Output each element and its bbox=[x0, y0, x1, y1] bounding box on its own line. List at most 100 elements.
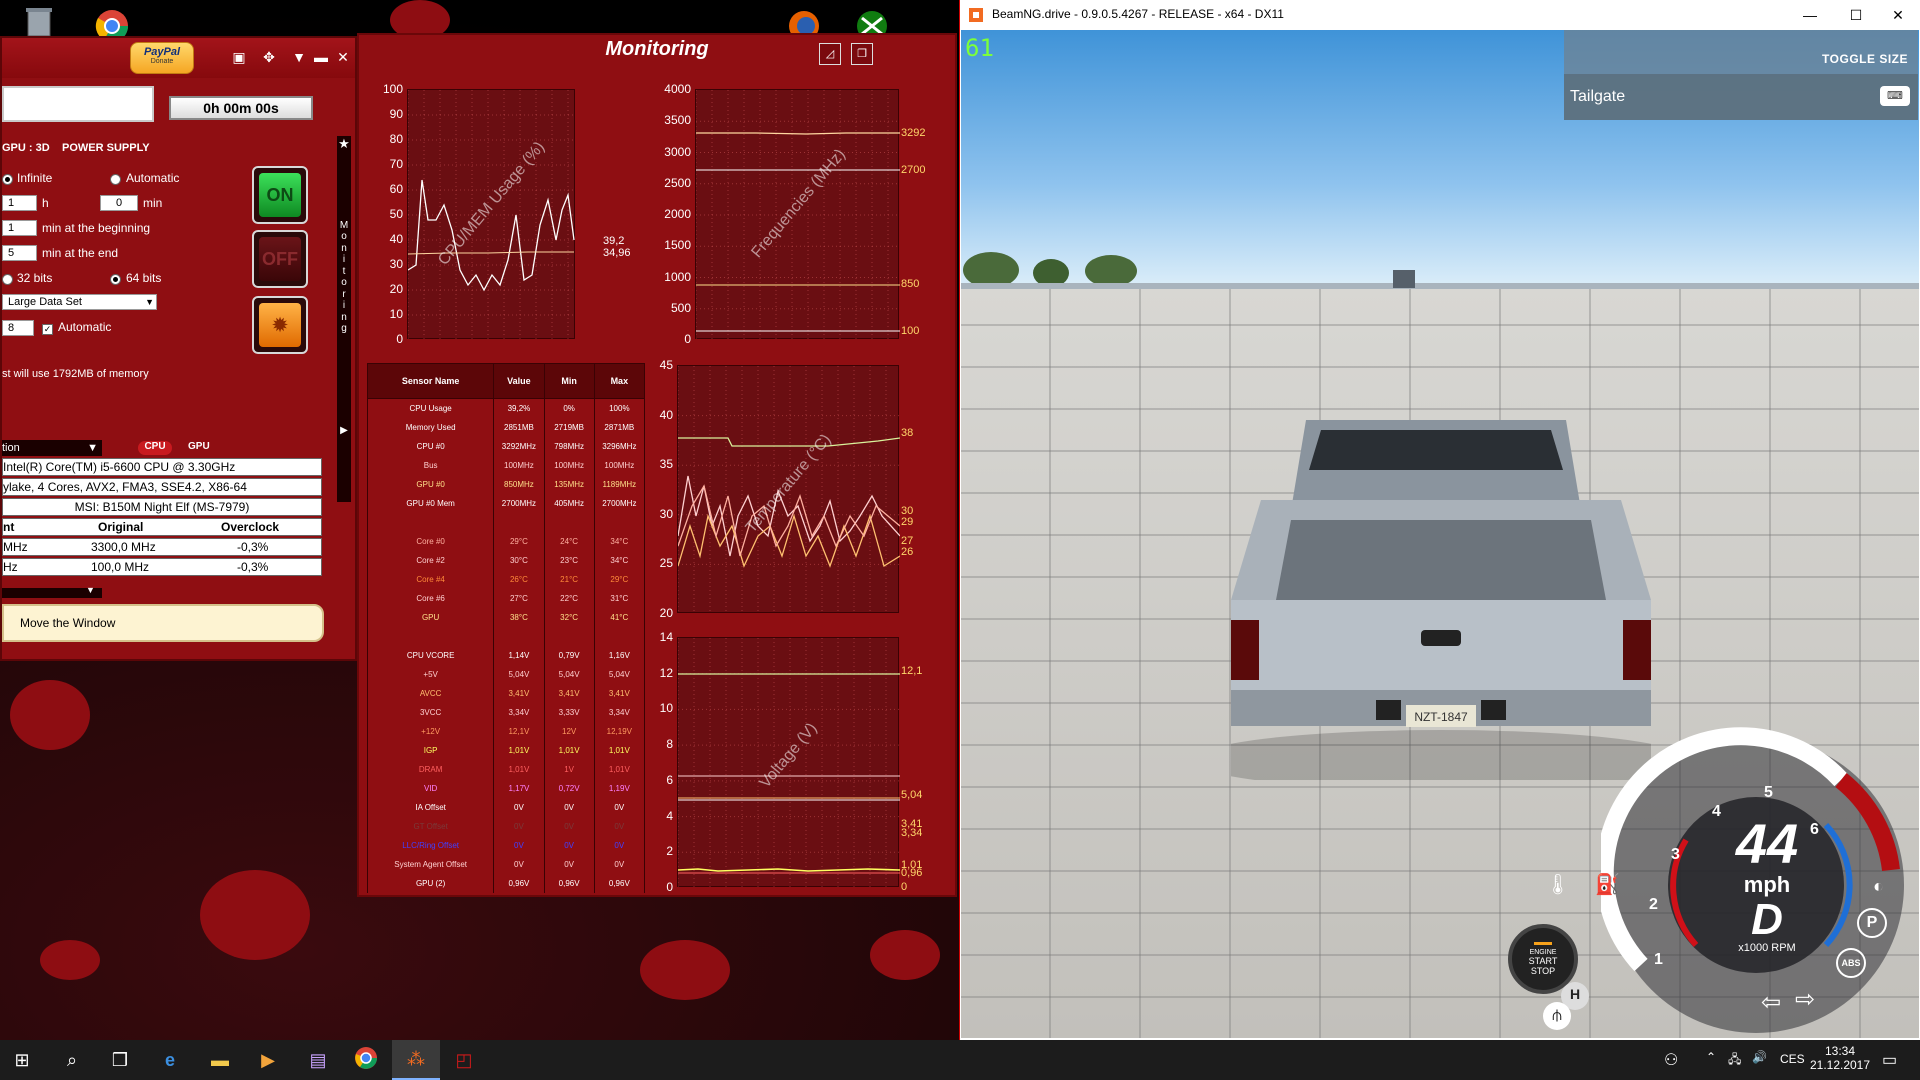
axis-tick-label: 0 bbox=[684, 332, 691, 346]
sensor-value: 0V bbox=[493, 817, 545, 836]
windows-start-icon[interactable]: ⊞ bbox=[8, 1046, 36, 1074]
gear-icon: ✹ bbox=[259, 303, 301, 347]
sensor-value: 27°C bbox=[493, 589, 545, 608]
info-tab-cpu[interactable]: CPU bbox=[138, 441, 172, 455]
bits32-label: 32 bits bbox=[17, 271, 53, 285]
chrome-taskbar-icon[interactable] bbox=[352, 1046, 380, 1074]
sensor-max: 34°C bbox=[593, 532, 646, 551]
sensor-name: Core #4 bbox=[366, 570, 495, 589]
info-tab-gpu[interactable]: GPU bbox=[188, 441, 210, 452]
axis-tick-label: 20 bbox=[659, 606, 673, 620]
close-icon[interactable]: ✕ bbox=[334, 48, 352, 66]
file-explorer-icon[interactable]: ▬ bbox=[206, 1046, 234, 1074]
threads-input[interactable]: 8 bbox=[2, 320, 34, 336]
toggle-size-button[interactable]: TOGGLE SIZE bbox=[1822, 52, 1908, 66]
monitoring-vertical-tab[interactable]: ★ Monitoring ▶ bbox=[337, 136, 351, 502]
sensor-value bbox=[493, 627, 545, 646]
blood-splat bbox=[870, 930, 940, 980]
window-mode-icon[interactable]: ❐ bbox=[851, 43, 873, 65]
occt-taskbar-icon[interactable]: ◰ bbox=[450, 1046, 478, 1074]
edge-icon[interactable]: e bbox=[156, 1046, 184, 1074]
media-player-icon[interactable]: ▶ bbox=[254, 1046, 282, 1074]
sensor-name: Memory Used bbox=[366, 418, 495, 437]
radio-automatic[interactable] bbox=[110, 174, 121, 185]
col-sensor-name: Sensor Name bbox=[366, 363, 495, 399]
language-indicator[interactable]: CES bbox=[1780, 1052, 1805, 1066]
info-section-header[interactable]: tion ▼ bbox=[2, 440, 102, 456]
minimize-button[interactable]: ― bbox=[1787, 2, 1833, 28]
sensor-name: GPU (2) bbox=[366, 874, 495, 893]
off-button[interactable]: OFF bbox=[252, 230, 308, 288]
move-icon[interactable]: ✥ bbox=[260, 48, 278, 66]
network-icon[interactable]: 🖧 bbox=[1728, 1050, 1741, 1071]
move-window-button[interactable]: Move the Window bbox=[2, 604, 324, 642]
beamng-titlebar[interactable]: BeamNG.drive - 0.9.0.5.4267 - RELEASE - … bbox=[960, 0, 1920, 30]
tab-gpu-3d[interactable]: GPU : 3D bbox=[2, 142, 50, 154]
task-view-icon[interactable]: ❒ bbox=[106, 1046, 134, 1074]
sensor-row: VID 1,17V 0,72V 1,19V bbox=[366, 779, 646, 798]
settings-button[interactable]: ✹ bbox=[252, 296, 308, 354]
axis-tick-label: 45 bbox=[659, 358, 673, 372]
sensor-row: Core #2 30°C 23°C 34°C bbox=[366, 551, 646, 570]
volume-icon[interactable]: 🔊 bbox=[1752, 1050, 1767, 1064]
rpm-tick-label: 4 bbox=[1712, 803, 1721, 820]
sensor-min: 0V bbox=[543, 836, 595, 855]
sensor-row: GT Offset 0V 0V 0V bbox=[366, 817, 646, 836]
axis-tick-label: 2000 bbox=[664, 207, 691, 221]
hours-input[interactable]: 1 bbox=[2, 195, 37, 211]
notification-icon[interactable]: ▭ bbox=[1882, 1050, 1897, 1070]
dropdown-icon[interactable]: ▼ bbox=[290, 48, 308, 66]
sensor-max: 41°C bbox=[593, 608, 646, 627]
search-icon[interactable]: ⌕ bbox=[58, 1046, 86, 1074]
axis-tick-label: 8 bbox=[666, 737, 673, 752]
axis-tick-label: 1500 bbox=[664, 238, 691, 253]
people-icon[interactable]: ⚇ bbox=[1664, 1050, 1678, 1070]
tab-power-supply[interactable]: POWER SUPPLY bbox=[62, 142, 150, 154]
sensor-row: LLC/Ring Offset 0V 0V 0V bbox=[366, 836, 646, 855]
sensor-name: IGP bbox=[366, 741, 495, 760]
dataset-select[interactable]: Large Data Set ▼ bbox=[2, 294, 157, 310]
minutes-input[interactable]: 0 bbox=[100, 195, 138, 211]
axis-tick-label: 90 bbox=[389, 107, 403, 121]
parking-brake-icon: P bbox=[1857, 908, 1887, 938]
on-button[interactable]: ON bbox=[252, 166, 308, 224]
chrome-desktop-icon[interactable] bbox=[92, 4, 136, 43]
paypal-donate-button[interactable]: PayPal Donate bbox=[130, 42, 194, 74]
game-viewport[interactable]: NZT-1847 61 TOGGLE SIZE Tailgate ⌨ 44 mp… bbox=[961, 30, 1919, 1038]
chart-view-icon[interactable]: ◿ bbox=[819, 43, 841, 65]
sensor-max: 0V bbox=[593, 836, 646, 855]
camera-icon[interactable]: ▣ bbox=[230, 48, 248, 66]
occt-titlebar[interactable]: PayPal Donate ▣ ✥ ▼ ▬ ✕ bbox=[2, 38, 355, 78]
test-type-box[interactable] bbox=[2, 86, 154, 122]
tray-expand-icon[interactable]: ⌃ bbox=[1706, 1050, 1716, 1064]
shifter-icon[interactable]: ⫛ bbox=[1543, 1002, 1571, 1030]
sensor-value bbox=[493, 513, 545, 532]
recycle-bin-icon[interactable] bbox=[20, 4, 64, 38]
temp-readout: 26 bbox=[901, 546, 914, 558]
chevron-down-icon: ▼ bbox=[86, 585, 95, 595]
radio-infinite[interactable] bbox=[2, 174, 13, 185]
radio-32-bits[interactable] bbox=[2, 274, 13, 285]
pickup-truck: NZT-1847 bbox=[1231, 420, 1651, 780]
maximize-button[interactable]: ☐ bbox=[1833, 2, 1879, 28]
sensor-row: Bus 100MHz 100MHz 100MHz bbox=[366, 456, 646, 475]
tailgate-action[interactable]: Tailgate ⌨ bbox=[1564, 74, 1918, 120]
clock[interactable]: 13:34 21.12.2017 bbox=[1808, 1044, 1872, 1072]
vertical-tab-letter: M bbox=[339, 219, 349, 231]
hours-unit: h bbox=[42, 196, 49, 210]
threads-auto-checkbox[interactable]: ✓ bbox=[42, 324, 53, 335]
radio-64-bits[interactable] bbox=[110, 274, 121, 285]
sensor-name: Core #6 bbox=[366, 589, 495, 608]
app-icon[interactable]: ▤ bbox=[304, 1046, 332, 1074]
minimize-icon[interactable]: ▬ bbox=[312, 48, 330, 66]
sensor-name: LLC/Ring Offset bbox=[366, 836, 495, 855]
sensor-row: +5V 5,04V 5,04V 5,04V bbox=[366, 665, 646, 684]
end-input[interactable]: 5 bbox=[2, 245, 37, 261]
sensor-name: IA Offset bbox=[366, 798, 495, 817]
info-collapse-bar[interactable]: ▼ bbox=[2, 585, 102, 598]
begin-input[interactable]: 1 bbox=[2, 220, 37, 236]
close-button[interactable]: ✕ bbox=[1875, 2, 1920, 28]
sensor-value: 0V bbox=[493, 836, 545, 855]
col-max: Max bbox=[593, 363, 646, 399]
beamng-taskbar-icon[interactable]: ⁂ bbox=[392, 1040, 440, 1080]
